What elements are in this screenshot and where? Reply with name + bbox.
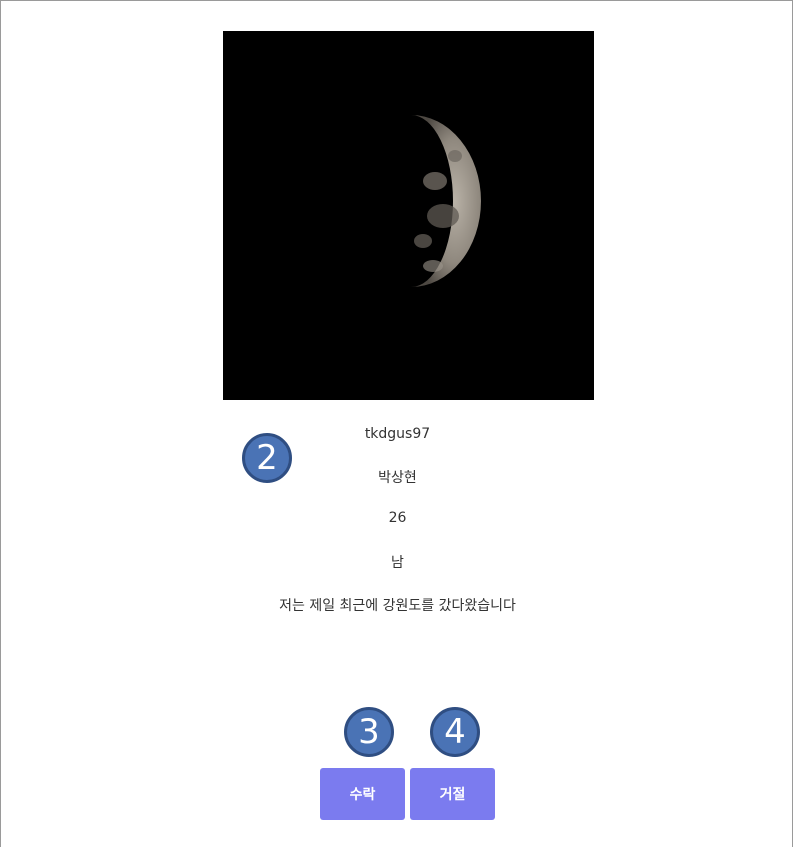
gender-text: 남	[391, 555, 404, 571]
age-text: 26	[388, 510, 407, 526]
reject-button[interactable]: 거절	[410, 768, 495, 820]
username-text: tkdgus97	[364, 426, 431, 442]
bio-text: 저는 제일 최근에 강원도를 갔다왔습니다	[279, 598, 516, 614]
page-frame: tkdgus97 박상현 26 남 저는 제일 최근에 강원도를 갔다왔습니다 …	[0, 0, 793, 847]
callout-badge-4: 4	[430, 707, 480, 757]
name-text: 박상현	[378, 470, 417, 486]
callout-badge-3: 3	[344, 707, 394, 757]
accept-button[interactable]: 수락	[320, 768, 405, 820]
callout-badge-2: 2	[242, 433, 292, 483]
moon-image	[223, 31, 594, 400]
profile-photo	[223, 31, 594, 400]
